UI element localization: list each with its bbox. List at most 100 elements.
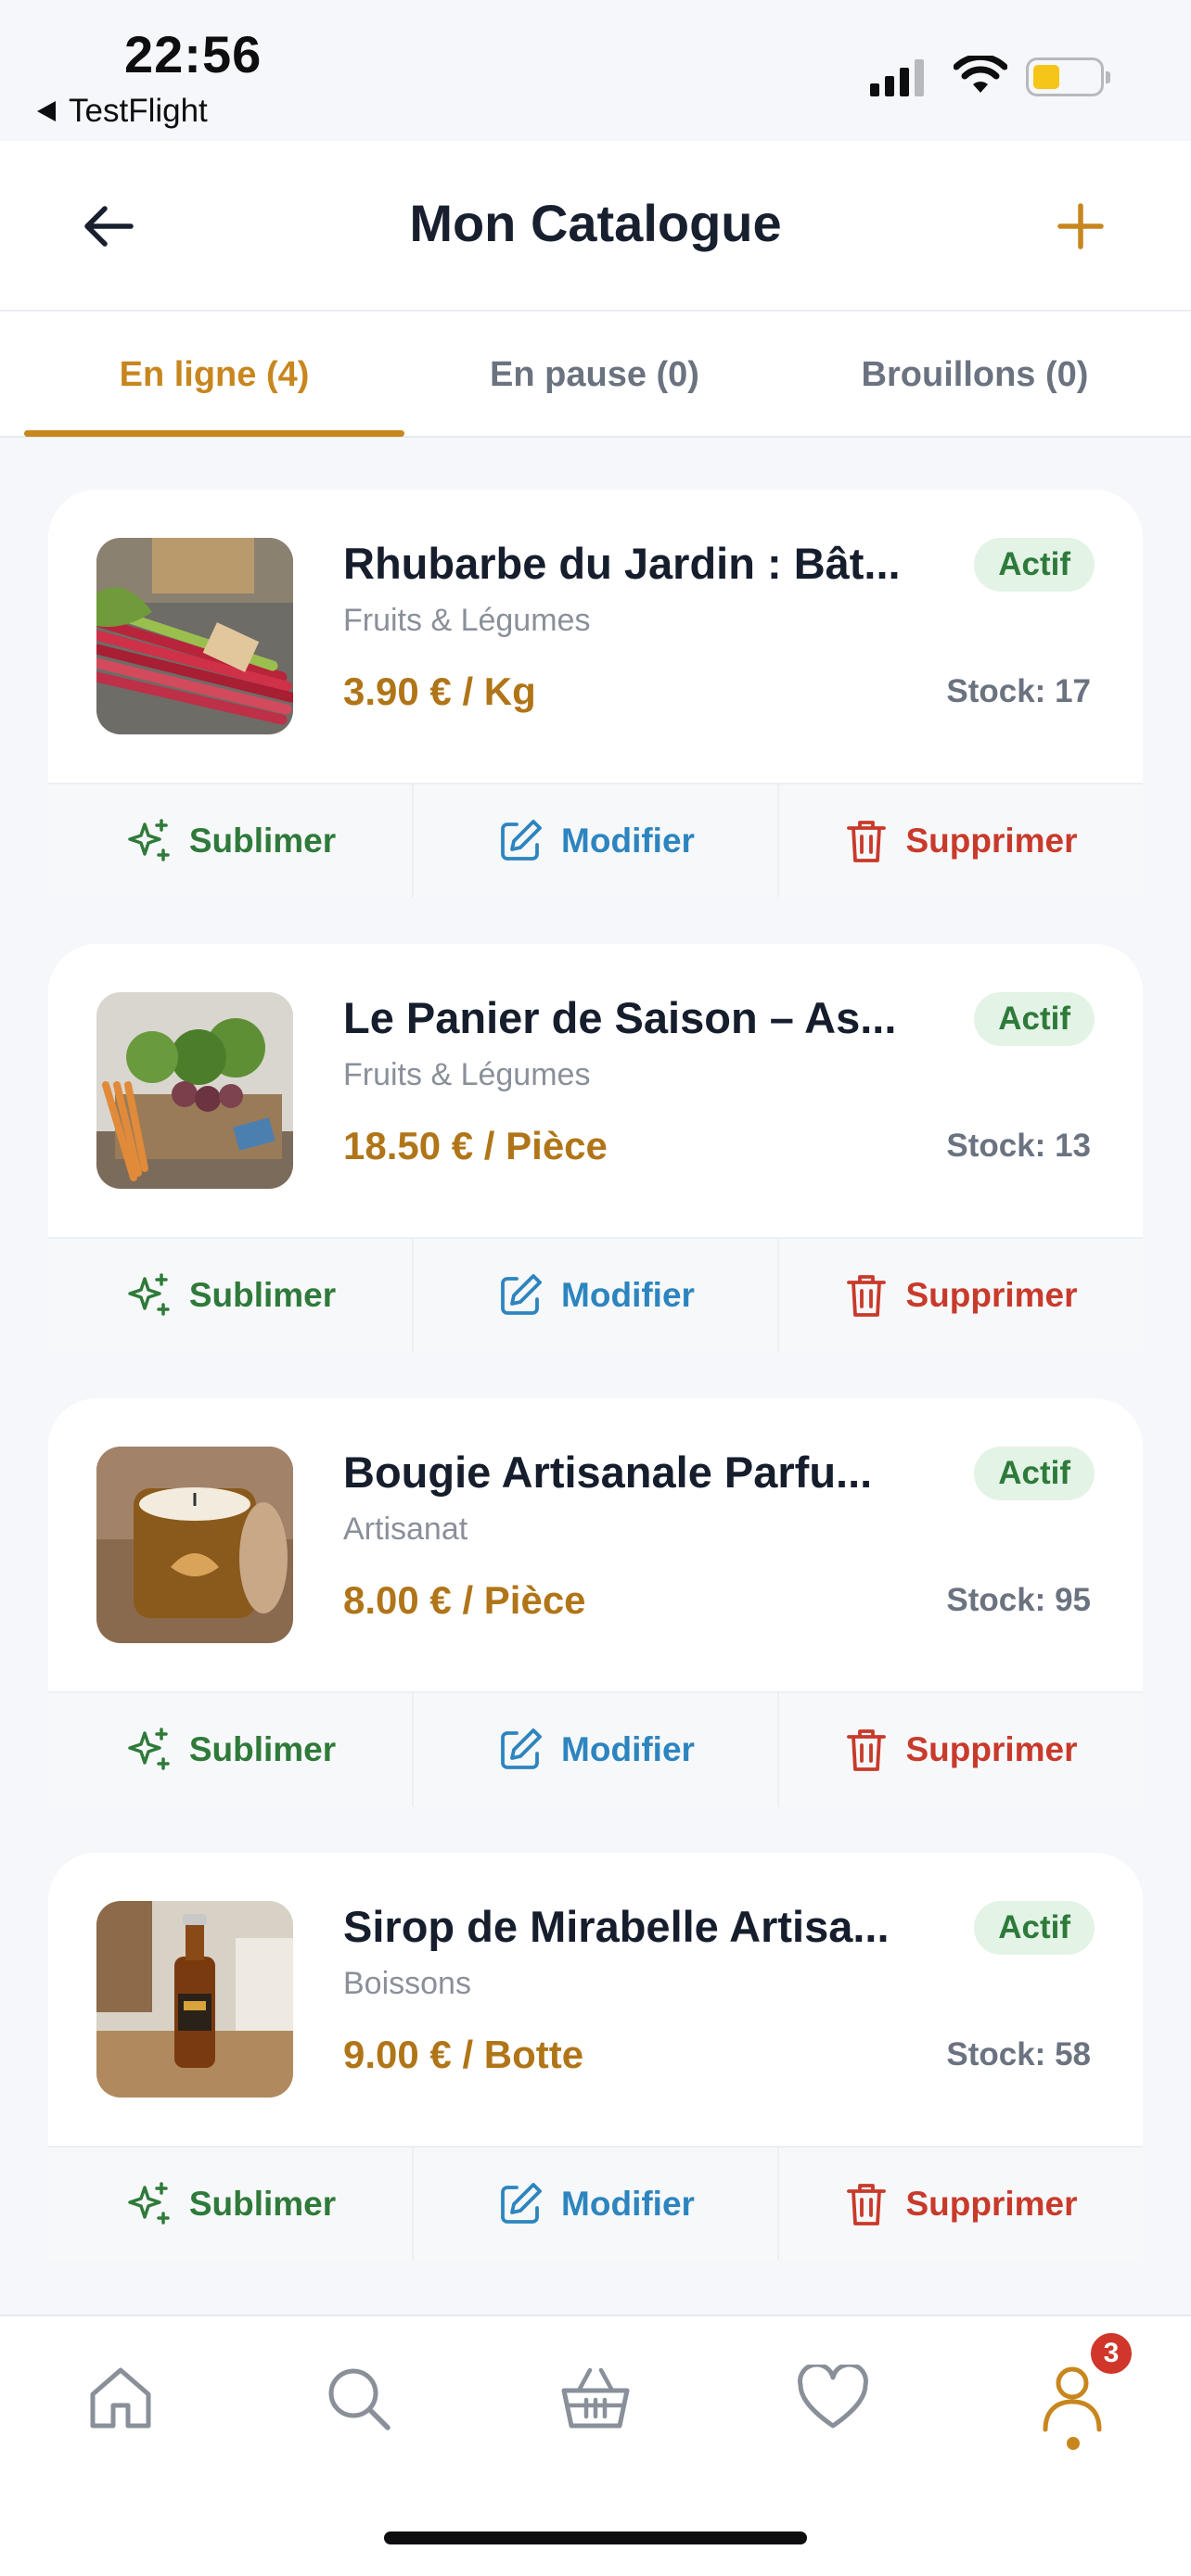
product-image-syrup <box>96 1901 293 2098</box>
app-header: Mon Catalogue <box>0 141 1191 312</box>
status-bar: 22:56 TestFlight <box>0 0 1191 141</box>
status-time: 22:56 <box>124 25 263 83</box>
sublimer-label: Sublimer <box>188 1276 337 1314</box>
product-category: Fruits & Légumes <box>343 603 591 638</box>
edit-icon <box>501 1728 542 1769</box>
sparkles-icon <box>128 1273 170 1316</box>
product-image-candle <box>96 1447 293 1643</box>
product-name: Le Panier de Saison – As... <box>343 993 897 1042</box>
modifier-label: Modifier <box>561 2185 695 2223</box>
edit-icon <box>501 2183 542 2224</box>
product-stock: Stock: 58 <box>946 2036 1091 2072</box>
supprimer-button[interactable]: Supprimer <box>779 1239 1143 1352</box>
sublimer-label: Sublimer <box>188 2185 337 2223</box>
product-card: Bougie Artisanale Parfu... Artisanat 8.0… <box>48 1398 1143 1806</box>
product-name: Sirop de Mirabelle Artisa... <box>343 1902 890 1951</box>
plus-icon <box>1057 203 1104 249</box>
product-image-basket <box>96 992 293 1189</box>
product-category: Fruits & Légumes <box>343 1057 591 1092</box>
cellular-signal-icon <box>870 57 924 96</box>
product-price: 8.00 € / Pièce <box>343 1578 586 1622</box>
modifier-button[interactable]: Modifier <box>414 1239 779 1352</box>
supprimer-label: Supprimer <box>905 2185 1078 2223</box>
battery-icon <box>1026 57 1110 96</box>
tab-en-ligne[interactable]: En ligne (4) <box>24 312 404 438</box>
product-summary[interactable]: Rhubarbe du Jardin : Bât... Fruits & Lég… <box>48 490 1143 783</box>
home-indicator <box>384 2531 807 2544</box>
testflight-back-link[interactable]: TestFlight <box>37 93 208 130</box>
sublimer-button[interactable]: Sublimer <box>48 1693 414 1806</box>
product-category: Artisanat <box>343 1511 468 1547</box>
trash-icon <box>847 1729 887 1771</box>
product-price: 18.50 € / Pièce <box>343 1124 608 1167</box>
edit-icon <box>501 820 542 861</box>
active-nav-indicator <box>1067 2437 1080 2450</box>
status-badge: Actif <box>974 1447 1095 1500</box>
tab-brouillons[interactable]: Brouillons (0) <box>785 312 1165 438</box>
status-badge: Actif <box>974 538 1095 592</box>
supprimer-button[interactable]: Supprimer <box>779 1693 1143 1806</box>
product-card: Le Panier de Saison – As... Fruits & Lég… <box>48 944 1143 1352</box>
modifier-label: Modifier <box>561 1730 695 1768</box>
status-badge: Actif <box>974 1901 1095 1955</box>
add-product-button[interactable] <box>1048 197 1113 256</box>
modifier-button[interactable]: Modifier <box>414 784 779 898</box>
supprimer-button[interactable]: Supprimer <box>779 2148 1143 2261</box>
supprimer-label: Supprimer <box>905 1276 1078 1314</box>
supprimer-label: Supprimer <box>905 822 1078 860</box>
product-price: 9.00 € / Botte <box>343 2033 584 2076</box>
status-badge: Actif <box>974 992 1095 1046</box>
basket-icon <box>561 2367 630 2429</box>
modifier-button[interactable]: Modifier <box>414 1693 779 1806</box>
nav-favorites[interactable] <box>787 2352 879 2444</box>
modifier-button[interactable]: Modifier <box>414 2148 779 2261</box>
tab-en-pause[interactable]: En pause (0) <box>404 312 785 438</box>
product-name: Rhubarbe du Jardin : Bât... <box>343 539 901 588</box>
trash-icon <box>847 2184 887 2225</box>
trash-icon <box>847 821 887 862</box>
sublimer-label: Sublimer <box>188 822 337 860</box>
product-summary[interactable]: Bougie Artisanale Parfu... Artisanat 8.0… <box>48 1398 1143 1691</box>
product-image-rhubarb <box>96 538 293 734</box>
sublimer-button[interactable]: Sublimer <box>48 2148 414 2261</box>
product-summary[interactable]: Sirop de Mirabelle Artisa... Boissons 9.… <box>48 1853 1143 2146</box>
wifi-icon <box>954 56 1007 93</box>
home-icon <box>90 2367 151 2429</box>
product-actions: Sublimer Modifier Supprimer <box>48 783 1143 898</box>
trash-icon <box>847 1275 887 1317</box>
product-stock: Stock: 13 <box>946 1128 1091 1164</box>
nav-basket[interactable] <box>549 2352 642 2444</box>
product-actions: Sublimer Modifier Supprimer <box>48 1237 1143 1352</box>
product-actions: Sublimer Modifier Supprimer <box>48 2146 1143 2261</box>
profile-notification-badge: 3 <box>1087 2329 1135 2378</box>
catalogue-tabs: En ligne (4) En pause (0) Brouillons (0) <box>0 312 1191 438</box>
edit-icon <box>501 1274 542 1315</box>
product-card: Sirop de Mirabelle Artisa... Boissons 9.… <box>48 1853 1143 2261</box>
product-category: Boissons <box>343 1966 471 2001</box>
sublimer-button[interactable]: Sublimer <box>48 1239 414 1352</box>
back-triangle-icon <box>37 101 56 121</box>
active-tab-indicator <box>24 430 404 437</box>
modifier-label: Modifier <box>561 1276 695 1314</box>
product-summary[interactable]: Le Panier de Saison – As... Fruits & Lég… <box>48 944 1143 1237</box>
sparkles-icon <box>128 1728 170 1770</box>
sublimer-button[interactable]: Sublimer <box>48 784 414 898</box>
product-stock: Stock: 95 <box>946 1582 1091 1618</box>
sparkles-icon <box>128 819 170 861</box>
product-stock: Stock: 17 <box>946 673 1091 709</box>
sublimer-label: Sublimer <box>188 1730 337 1768</box>
supprimer-label: Supprimer <box>905 1730 1078 1768</box>
profile-icon <box>1043 2366 1102 2432</box>
product-name: Bougie Artisanale Parfu... <box>343 1447 873 1497</box>
product-price: 3.90 € / Kg <box>343 670 536 713</box>
sparkles-icon <box>128 2182 170 2225</box>
product-card: Rhubarbe du Jardin : Bât... Fruits & Lég… <box>48 490 1143 898</box>
modifier-label: Modifier <box>561 822 695 860</box>
nav-search[interactable] <box>312 2352 404 2444</box>
search-icon <box>328 2368 391 2430</box>
page-title: Mon Catalogue <box>409 194 782 252</box>
heart-icon <box>798 2365 868 2429</box>
supprimer-button[interactable]: Supprimer <box>779 784 1143 898</box>
product-actions: Sublimer Modifier Supprimer <box>48 1691 1143 1806</box>
nav-home[interactable] <box>74 2352 167 2444</box>
